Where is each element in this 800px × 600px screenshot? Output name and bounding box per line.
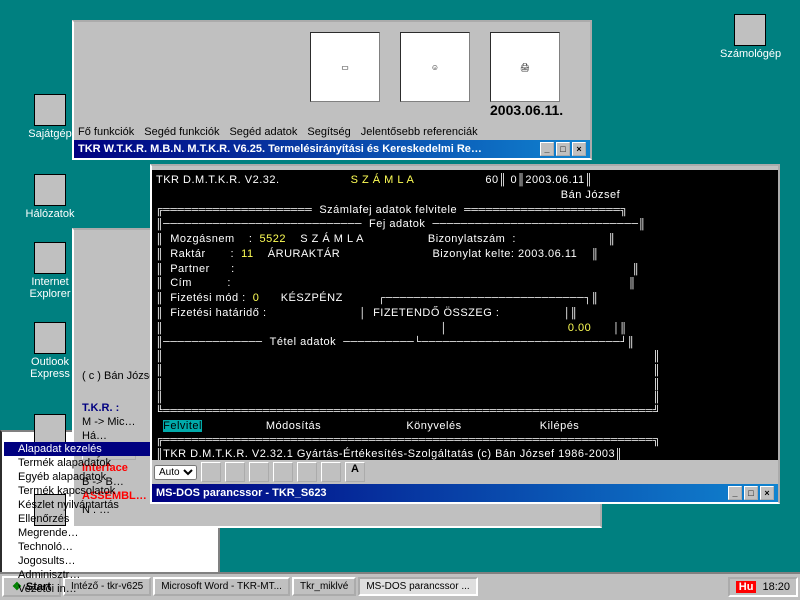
maximize-button[interactable]: □	[744, 486, 758, 500]
tree-item[interactable]: Vezetői in…	[4, 582, 216, 596]
close-button[interactable]: ×	[760, 486, 774, 500]
task-item[interactable]: Tkr_miklvé	[292, 578, 356, 597]
network-icon	[34, 174, 66, 206]
toolbar-button[interactable]	[201, 462, 221, 482]
date-display: 2003.06.11.	[490, 102, 563, 118]
lang-indicator[interactable]: Hu	[736, 581, 757, 593]
tree-item[interactable]: Adminisztr…	[4, 568, 216, 582]
dos-window: MS-DOS parancssor - TKR_S623 _ □ × Auto …	[150, 164, 780, 504]
tree-item[interactable]: Jogosults…	[4, 554, 216, 568]
thumbnail-1: ▭	[310, 32, 380, 102]
menu-item[interactable]: Segéd funkciók	[144, 126, 219, 138]
tkr-menubar: Fő funkciók Segéd funkciók Segéd adatok …	[74, 124, 590, 140]
menu-item[interactable]: Jelentősebb referenciák	[361, 126, 478, 138]
minimize-button[interactable]: _	[540, 142, 554, 156]
dos-screen[interactable]: TKR D.M.T.K.R. V2.32. S Z Á M L A 60║ 0║…	[152, 170, 778, 460]
task-item-active[interactable]: MS-DOS parancssor ...	[358, 578, 477, 597]
clock: 18:20	[762, 581, 790, 593]
toolbar-button[interactable]	[225, 462, 245, 482]
computer-icon	[34, 94, 66, 126]
tree-item[interactable]: Ellenőrzés	[4, 512, 216, 526]
toolbar-button[interactable]	[249, 462, 269, 482]
close-button[interactable]: ×	[572, 142, 586, 156]
thumbnail-printer: 🖨	[490, 32, 560, 102]
menu-item[interactable]: Segéd adatok	[229, 126, 297, 138]
desktop-icon-network[interactable]: Hálózatok	[20, 174, 80, 220]
font-a-button[interactable]: A	[345, 462, 365, 482]
desktop-icon-outlook[interactable]: Outlook Express	[20, 322, 80, 380]
thumbnail-face: ☺	[400, 32, 470, 102]
menu-item[interactable]: Fő funkciók	[78, 126, 134, 138]
toolbar-button[interactable]	[273, 462, 293, 482]
dos-titlebar[interactable]: MS-DOS parancssor - TKR_S623 _ □ ×	[152, 484, 778, 502]
desktop-icon-ie[interactable]: Internet Explorer	[20, 242, 80, 300]
desktop-icon-calc[interactable]: Számológép	[720, 14, 780, 60]
menu-item[interactable]: Segítség	[307, 126, 350, 138]
tree-item[interactable]: Technoló…	[4, 540, 216, 554]
window-title: MS-DOS parancssor - TKR_S623	[156, 487, 327, 499]
system-tray: Hu 18:20	[728, 577, 798, 597]
toolbar-button[interactable]	[321, 462, 341, 482]
window-title: TKR W.T.K.R. M.B.N. M.T.K.R. V6.25. Term…	[78, 143, 482, 155]
outlook-icon	[34, 322, 66, 354]
maximize-button[interactable]: □	[556, 142, 570, 156]
minimize-button[interactable]: _	[728, 486, 742, 500]
tree-item[interactable]: Megrende…	[4, 526, 216, 540]
tkr-titlebar[interactable]: TKR W.T.K.R. M.B.N. M.T.K.R. V6.25. Term…	[74, 140, 590, 158]
tkr-main-window: TKR W.T.K.R. M.B.N. M.T.K.R. V6.25. Term…	[72, 20, 592, 160]
desktop-icon-mycomputer[interactable]: Sajátgép	[20, 94, 80, 140]
tkr-content: ▭ ☺ 🖨 2003.06.11.	[74, 26, 590, 124]
calculator-icon	[734, 14, 766, 46]
font-size-select[interactable]: Auto	[154, 465, 197, 480]
toolbar-button[interactable]	[297, 462, 317, 482]
dos-toolbar: Auto A	[152, 460, 778, 484]
ie-icon	[34, 242, 66, 274]
